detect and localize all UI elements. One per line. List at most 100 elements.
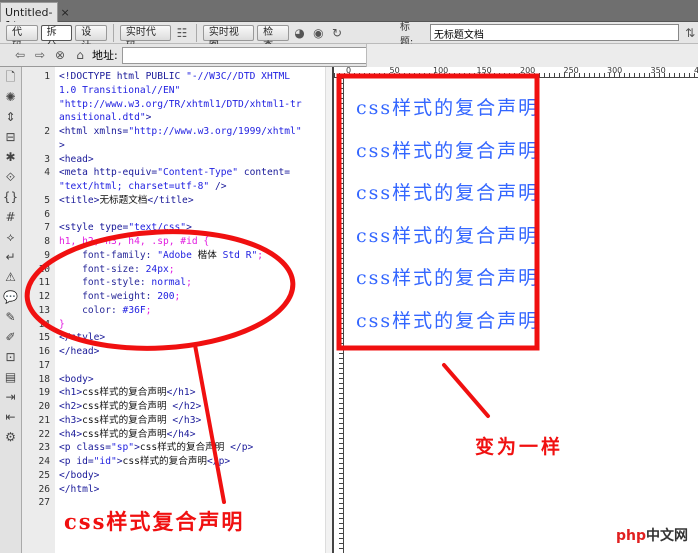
line-number: 9 bbox=[44, 249, 50, 261]
code-line: <p id="id">css样式的复合声明</p> bbox=[59, 455, 359, 469]
code-token: font-family: bbox=[59, 249, 158, 261]
ruler-tick-label: 150 bbox=[476, 66, 492, 75]
line-number: 3 bbox=[44, 153, 50, 165]
code-token: </h2> bbox=[172, 401, 202, 412]
ruler-tick-label: 50 bbox=[389, 66, 400, 75]
line-number: 20 bbox=[38, 401, 50, 412]
annotation-label-left: css样式复合声明 bbox=[64, 509, 245, 534]
rendered-heading[interactable]: css样式的复合声明 bbox=[356, 263, 539, 290]
code-line: </body> bbox=[59, 469, 359, 483]
collapse-selection-icon[interactable]: ⊟ bbox=[0, 127, 21, 147]
code-token: <h1> bbox=[59, 387, 83, 399]
ruler-tick-label: 300 bbox=[607, 66, 623, 75]
design-view[interactable]: 0 50 100 150 200 250 300 350 400 css样式的复合声明 css样式… bbox=[332, 66, 698, 553]
line-number: 11 bbox=[38, 277, 50, 289]
format-source-icon[interactable]: ⚙ bbox=[0, 427, 21, 447]
recent-snippets-icon[interactable]: ⊡ bbox=[0, 347, 21, 367]
code-line: <style type="text/css"> bbox=[59, 221, 359, 235]
code-token: 24px bbox=[145, 263, 169, 275]
code-line: </head> bbox=[59, 345, 359, 359]
line-number: 8 bbox=[44, 236, 50, 247]
refresh-icon[interactable]: ↻ bbox=[329, 25, 345, 41]
rendered-heading[interactable]: css样式的复合声明 bbox=[356, 136, 539, 163]
rendered-heading[interactable]: css样式的复合声明 bbox=[356, 221, 539, 248]
code-line: font-family: "Adobe 楷体 Std R"; bbox=[59, 249, 359, 263]
move-css-icon[interactable]: ▤ bbox=[0, 367, 21, 387]
expand-all-icon[interactable]: ✱ bbox=[0, 147, 21, 167]
rendered-heading[interactable]: css样式的复合声明 bbox=[356, 93, 539, 120]
code-token: <!DOCTYPE html PUBLIC bbox=[59, 71, 187, 82]
code-token: <html xmlns= bbox=[59, 126, 129, 137]
code-token: <p class= bbox=[59, 442, 111, 454]
inspect-button[interactable]: 检查 bbox=[257, 24, 289, 52]
code-token: > bbox=[186, 222, 192, 234]
collapse-tag-icon[interactable]: ⇕ bbox=[0, 107, 21, 127]
word-wrap-icon[interactable]: ↵ bbox=[0, 247, 21, 267]
document-tab[interactable]: Untitled-1* × bbox=[0, 2, 70, 32]
divider bbox=[112, 23, 114, 42]
file-management-icon[interactable]: ☷ bbox=[174, 25, 190, 41]
code-line: 1.0 Transitional//EN" bbox=[59, 84, 359, 98]
remove-comment-icon[interactable]: ✎ bbox=[0, 307, 21, 327]
code-token: font-style: bbox=[59, 277, 152, 289]
check-page-icon[interactable]: ⇅ bbox=[682, 25, 698, 41]
apply-comment-icon[interactable]: 💬 bbox=[0, 287, 21, 307]
code-token: <p id= bbox=[59, 456, 94, 467]
code-token: </body> bbox=[59, 469, 100, 481]
code-line: } bbox=[59, 318, 359, 332]
horizontal-ruler: 0 50 100 150 200 250 300 350 400 bbox=[334, 66, 698, 78]
syntax-error-icon[interactable]: ⚠ bbox=[0, 267, 21, 287]
code-token: ; bbox=[174, 291, 181, 302]
open-documents-icon[interactable]: 🗋 bbox=[0, 67, 21, 87]
live-code-button[interactable]: 实时代码 bbox=[119, 24, 172, 52]
select-parent-tag-icon[interactable]: ⟐ bbox=[0, 167, 21, 187]
design-view-button[interactable]: 设计 bbox=[75, 24, 107, 52]
title-input[interactable]: 无标题文档 bbox=[429, 24, 680, 41]
code-token: 楷体 bbox=[197, 249, 217, 261]
visual-aids-icon[interactable]: ◉ bbox=[310, 25, 326, 41]
code-token: css样式的复合声明 bbox=[82, 428, 167, 440]
code-token: 200 bbox=[157, 291, 175, 302]
ruler-tick-label: 250 bbox=[563, 66, 579, 75]
outdent-icon[interactable]: ⇤ bbox=[0, 407, 21, 427]
home-icon[interactable]: ⌂ bbox=[72, 47, 88, 63]
line-number: 5 bbox=[44, 194, 50, 206]
indent-icon[interactable]: ⇥ bbox=[0, 387, 21, 407]
close-tab-icon[interactable]: × bbox=[60, 6, 69, 19]
code-token: font-weight: bbox=[59, 291, 158, 302]
code-line: h1, h2, h3, h4, .sp, #id { bbox=[59, 235, 359, 249]
code-view-button[interactable]: 代码 bbox=[6, 24, 38, 52]
code-token: </p> bbox=[230, 442, 254, 454]
highlight-invalid-icon[interactable]: ⟡ bbox=[0, 227, 21, 247]
line-number: 10 bbox=[38, 263, 50, 275]
code-token: css样式的复合声明 bbox=[82, 414, 173, 426]
code-line: <head> bbox=[59, 153, 359, 167]
show-code-navigator-icon[interactable]: ✺ bbox=[0, 87, 21, 107]
forward-icon[interactable]: ⇨ bbox=[32, 47, 48, 63]
rendered-heading[interactable]: css样式的复合声明 bbox=[356, 306, 539, 333]
code-scrollbar[interactable] bbox=[325, 67, 332, 553]
vertical-ruler bbox=[334, 78, 344, 553]
code-token: </style> bbox=[59, 332, 106, 344]
code-line: "text/html; charset=utf-8" /> bbox=[59, 180, 359, 194]
stop-icon[interactable]: ⊗ bbox=[52, 47, 68, 63]
code-editor[interactable]: <!DOCTYPE html PUBLIC "-//W3C//DTD XHTML… bbox=[55, 67, 325, 553]
rendered-heading[interactable]: css样式的复合声明 bbox=[356, 178, 539, 205]
line-number: 7 bbox=[44, 222, 50, 234]
code-token: ansitional.dtd" bbox=[59, 112, 146, 124]
live-view-button[interactable]: 实时视图 bbox=[202, 24, 255, 52]
code-token: </h3> bbox=[172, 414, 202, 426]
balance-braces-icon[interactable]: {} bbox=[0, 187, 21, 207]
browser-preview-icon[interactable]: ◕ bbox=[292, 25, 308, 41]
code-token: <head> bbox=[59, 153, 94, 165]
split-view-button[interactable]: 拆分 bbox=[40, 24, 73, 52]
divider bbox=[195, 23, 197, 42]
code-token: "Content-Type" bbox=[157, 167, 239, 179]
code-token: </head> bbox=[59, 346, 100, 357]
annotation-label-right: 变为一样 bbox=[475, 436, 564, 458]
back-icon[interactable]: ⇦ bbox=[12, 47, 28, 63]
code-token: 无标题文档 bbox=[99, 194, 148, 206]
line-numbers-icon[interactable]: # bbox=[0, 207, 21, 227]
wrap-tag-icon[interactable]: ✐ bbox=[0, 327, 21, 347]
code-token: } bbox=[59, 318, 65, 330]
